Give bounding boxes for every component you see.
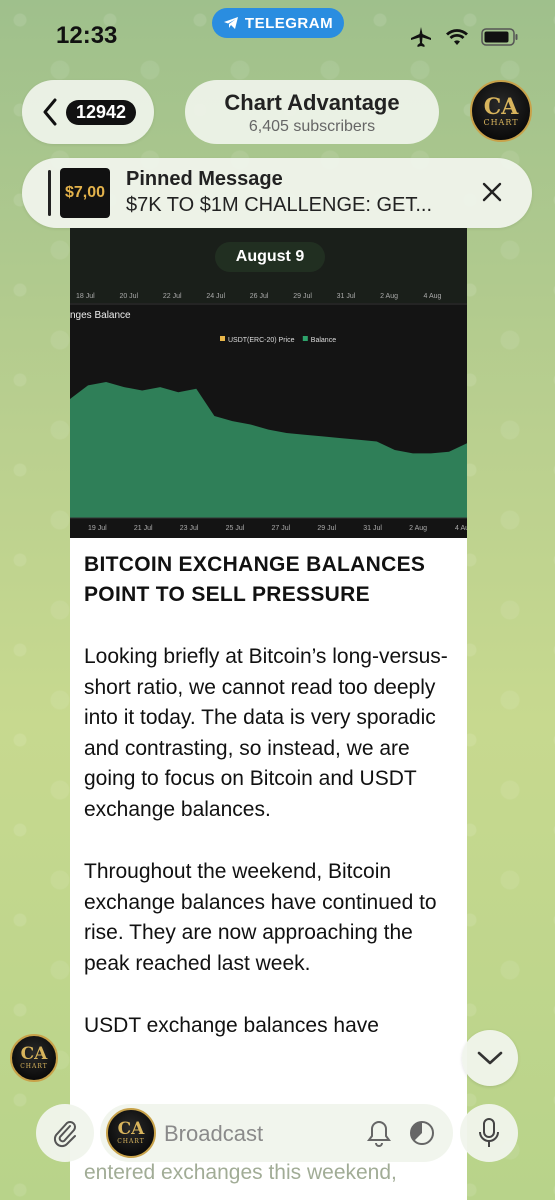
top-axis-tick-label: 20 Jul xyxy=(119,293,138,300)
legend-label: USDT(ERC-20) Price xyxy=(228,337,295,344)
legend-label: Balance xyxy=(311,337,336,344)
pinned-title: Pinned Message xyxy=(126,168,283,190)
exchange-balance-chart: 18 Jul 20 Jul 22 Jul 24 Jul 26 Jul 29 Jul 31 J… xyxy=(70,228,467,532)
article-headline: BITCOIN EXCHANGE BALANCES POINT TO SELL … xyxy=(84,553,426,606)
top-axis-tick-label: 24 Jul xyxy=(206,293,225,300)
clock: 12:33 xyxy=(56,22,118,49)
paragraph-1: Looking briefly at Bitcoin’s long-versus… xyxy=(84,645,448,821)
channel-title-pill[interactable]: Chart Advantage 6,405 subscribers xyxy=(185,80,439,144)
x-axis-tick-label: 23 Jul xyxy=(180,525,199,532)
channel-title: Chart Advantage xyxy=(224,90,400,115)
telegram-plane-icon xyxy=(223,17,238,29)
top-axis-tick-label: 22 Jul xyxy=(163,293,182,300)
airplane-icon xyxy=(411,27,431,47)
sender-avatar-brand: CHART xyxy=(20,1063,48,1070)
scroll-to-bottom-button[interactable] xyxy=(462,1030,518,1086)
date-separator: August 9 xyxy=(215,242,325,272)
x-axis-tick-label: 29 Jul xyxy=(317,525,336,532)
pinned-message-bar[interactable]: $7,00 Pinned Message $7K TO $1M CHALLENG… xyxy=(22,158,532,228)
paperclip-icon xyxy=(53,1121,76,1148)
legend-swatch xyxy=(220,336,225,341)
telegram-return-pill[interactable]: TELEGRAM xyxy=(212,8,344,38)
paragraph-2: Throughout the weekend, Bitcoin exchange… xyxy=(84,860,437,975)
attach-button[interactable] xyxy=(36,1104,94,1162)
status-bar: 12:33 TELEGRAM xyxy=(0,0,555,70)
chevron-down-icon xyxy=(477,1051,503,1065)
top-axis-tick-label: 26 Jul xyxy=(250,293,269,300)
sender-avatar-monogram: CA xyxy=(20,1044,48,1064)
top-axis-tick-label: 4 Aug xyxy=(424,293,442,300)
bell-icon[interactable] xyxy=(366,1119,392,1147)
x-axis-tick-label: 25 Jul xyxy=(226,525,245,532)
legend-swatch xyxy=(302,336,308,341)
composer-avatar-brand: CHART xyxy=(117,1138,145,1145)
composer-avatar-monogram: CA xyxy=(117,1119,145,1139)
wifi-icon xyxy=(446,29,468,45)
avatar-monogram: CA xyxy=(483,93,519,120)
pinned-text: $7K TO $1M CHALLENGE: GET... xyxy=(126,194,433,216)
x-axis-tick-label: 27 Jul xyxy=(272,525,291,532)
close-icon xyxy=(482,182,502,202)
x-axis-tick-label: 21 Jul xyxy=(134,525,153,532)
balance-area xyxy=(70,382,467,518)
message-text: BITCOIN EXCHANGE BALANCES POINT TO SELL … xyxy=(84,550,456,1042)
pinned-indicator xyxy=(48,170,51,216)
top-axis-tick-label: 2 Aug xyxy=(380,293,398,300)
message-bubble: 18 Jul 20 Jul 22 Jul 24 Jul 26 Jul 29 Jul 31 J… xyxy=(70,228,467,1200)
pinned-thumb-text: $7,00 xyxy=(64,184,106,201)
x-axis-tick-label: 19 Jul xyxy=(88,525,107,532)
chart-image[interactable]: 18 Jul 20 Jul 22 Jul 24 Jul 26 Jul 29 Jul 31 J… xyxy=(70,228,467,538)
status-icons xyxy=(409,26,519,48)
x-axis-tick-label: 31 Jul xyxy=(363,525,382,532)
sender-avatar[interactable]: CA CHART xyxy=(10,1034,58,1082)
input-placeholder: Broadcast xyxy=(164,1121,264,1146)
top-axis-tick-label: 18 Jul xyxy=(76,293,95,300)
pinned-thumbnail: $7,00 xyxy=(60,168,110,218)
battery-icon xyxy=(481,28,518,46)
subscriber-count: 6,405 subscribers xyxy=(248,118,376,135)
composer-bar: CA CHART Broadcast xyxy=(0,1100,555,1200)
x-axis-tick-label: 4 Aug xyxy=(455,525,467,532)
avatar-brand-text: CHART xyxy=(483,117,519,127)
chevron-left-icon xyxy=(43,98,57,126)
top-axis-tick-label: 29 Jul xyxy=(293,293,312,300)
timer-icon[interactable] xyxy=(408,1119,436,1147)
telegram-label: TELEGRAM xyxy=(244,14,334,32)
top-axis-tick-label: 31 Jul xyxy=(337,293,356,300)
composer-avatar: CA CHART xyxy=(106,1108,156,1158)
x-axis-tick-label: 2 Aug xyxy=(409,525,427,532)
microphone-icon xyxy=(479,1118,499,1147)
paragraph-3: USDT exchange balances have xyxy=(84,1014,379,1037)
close-pinned-button[interactable] xyxy=(478,178,506,211)
unread-count-badge: 12942 xyxy=(66,99,137,125)
back-button[interactable]: 12942 xyxy=(22,80,154,144)
voice-record-button[interactable] xyxy=(460,1104,518,1162)
chart-title: nges Balance xyxy=(70,310,131,321)
channel-avatar[interactable]: CA CHART xyxy=(470,80,532,142)
broadcast-input[interactable]: CA CHART Broadcast xyxy=(100,1104,453,1162)
